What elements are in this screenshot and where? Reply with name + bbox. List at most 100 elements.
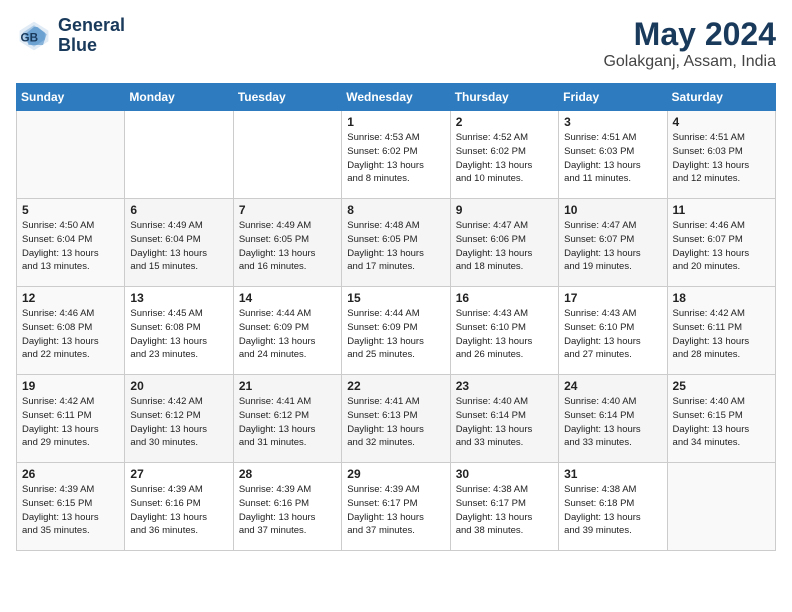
day-info: Sunrise: 4:45 AM Sunset: 6:08 PM Dayligh… <box>130 307 227 362</box>
day-number: 25 <box>673 379 770 393</box>
day-info: Sunrise: 4:48 AM Sunset: 6:05 PM Dayligh… <box>347 219 444 274</box>
calendar-title: May 2024 <box>603 16 776 53</box>
weekday-header-sunday: Sunday <box>17 84 125 111</box>
calendar-cell: 29Sunrise: 4:39 AM Sunset: 6:17 PM Dayli… <box>342 463 450 551</box>
day-number: 28 <box>239 467 336 481</box>
day-number: 8 <box>347 203 444 217</box>
day-info: Sunrise: 4:44 AM Sunset: 6:09 PM Dayligh… <box>347 307 444 362</box>
calendar-cell <box>17 111 125 199</box>
svg-text:GB: GB <box>21 31 39 44</box>
day-number: 10 <box>564 203 661 217</box>
week-row-3: 12 Sunrise: 4:46 AM Sunset: 6:08 PM Dayli… <box>17 287 776 375</box>
weekday-header-monday: Monday <box>125 84 233 111</box>
day-number: 6 <box>130 203 227 217</box>
calendar-cell <box>125 111 233 199</box>
day-number: 20 <box>130 379 227 393</box>
day-number: 15 <box>347 291 444 305</box>
calendar-cell: 4 Sunrise: 4:51 AM Sunset: 6:03 PM Daylig… <box>667 111 775 199</box>
day-info: Sunrise: 4:51 AM Sunset: 6:03 PM Dayligh… <box>564 131 661 186</box>
day-number: 26 <box>22 467 119 481</box>
week-row-5: 26 Sunrise: 4:39 AM Sunset: 6:15 PM Dayli… <box>17 463 776 551</box>
day-number: 22 <box>347 379 444 393</box>
calendar-cell: 22 Sunrise: 4:41 AM Sunset: 6:13 PM Dayli… <box>342 375 450 463</box>
week-row-4: 19Sunrise: 4:42 AM Sunset: 6:11 PM Dayli… <box>17 375 776 463</box>
day-info: Sunrise: 4:47 AM Sunset: 6:06 PM Dayligh… <box>456 219 553 274</box>
calendar-cell: 1Sunrise: 4:53 AM Sunset: 6:02 PM Daylig… <box>342 111 450 199</box>
day-number: 17 <box>564 291 661 305</box>
day-number: 2 <box>456 115 553 129</box>
weekday-header-saturday: Saturday <box>667 84 775 111</box>
calendar-cell: 19Sunrise: 4:42 AM Sunset: 6:11 PM Dayli… <box>17 375 125 463</box>
day-number: 3 <box>564 115 661 129</box>
day-info: Sunrise: 4:52 AM Sunset: 6:02 PM Dayligh… <box>456 131 553 186</box>
calendar-cell: 27 Sunrise: 4:39 AM Sunset: 6:16 PM Dayli… <box>125 463 233 551</box>
calendar-cell: 25 Sunrise: 4:40 AM Sunset: 6:15 PM Dayli… <box>667 375 775 463</box>
day-number: 5 <box>22 203 119 217</box>
day-info: Sunrise: 4:40 AM Sunset: 6:14 PM Dayligh… <box>564 395 661 450</box>
day-number: 29 <box>347 467 444 481</box>
calendar-cell: 21 Sunrise: 4:41 AM Sunset: 6:12 PM Dayli… <box>233 375 341 463</box>
calendar-cell: 24 Sunrise: 4:40 AM Sunset: 6:14 PM Dayli… <box>559 375 667 463</box>
logo-line1: General <box>58 16 125 36</box>
calendar-cell: 7Sunrise: 4:49 AM Sunset: 6:05 PM Daylig… <box>233 199 341 287</box>
day-info: Sunrise: 4:38 AM Sunset: 6:18 PM Dayligh… <box>564 483 661 538</box>
calendar-cell: 13 Sunrise: 4:45 AM Sunset: 6:08 PM Dayli… <box>125 287 233 375</box>
day-info: Sunrise: 4:39 AM Sunset: 6:15 PM Dayligh… <box>22 483 119 538</box>
week-row-1: 1Sunrise: 4:53 AM Sunset: 6:02 PM Daylig… <box>17 111 776 199</box>
day-number: 4 <box>673 115 770 129</box>
logo-icon: GB <box>16 18 52 54</box>
calendar-cell: 16 Sunrise: 4:43 AM Sunset: 6:10 PM Dayli… <box>450 287 558 375</box>
day-number: 13 <box>130 291 227 305</box>
day-info: Sunrise: 4:43 AM Sunset: 6:10 PM Dayligh… <box>564 307 661 362</box>
day-info: Sunrise: 4:49 AM Sunset: 6:05 PM Dayligh… <box>239 219 336 274</box>
day-number: 18 <box>673 291 770 305</box>
day-info: Sunrise: 4:43 AM Sunset: 6:10 PM Dayligh… <box>456 307 553 362</box>
calendar-cell: 18Sunrise: 4:42 AM Sunset: 6:11 PM Dayli… <box>667 287 775 375</box>
day-info: Sunrise: 4:50 AM Sunset: 6:04 PM Dayligh… <box>22 219 119 274</box>
day-info: Sunrise: 4:38 AM Sunset: 6:17 PM Dayligh… <box>456 483 553 538</box>
calendar-cell: 5 Sunrise: 4:50 AM Sunset: 6:04 PM Daylig… <box>17 199 125 287</box>
calendar-cell: 28 Sunrise: 4:39 AM Sunset: 6:16 PM Dayli… <box>233 463 341 551</box>
day-number: 19 <box>22 379 119 393</box>
calendar-cell: 3 Sunrise: 4:51 AM Sunset: 6:03 PM Daylig… <box>559 111 667 199</box>
calendar-cell: 6 Sunrise: 4:49 AM Sunset: 6:04 PM Daylig… <box>125 199 233 287</box>
weekday-header-wednesday: Wednesday <box>342 84 450 111</box>
calendar-cell: 31 Sunrise: 4:38 AM Sunset: 6:18 PM Dayli… <box>559 463 667 551</box>
calendar-cell: 26 Sunrise: 4:39 AM Sunset: 6:15 PM Dayli… <box>17 463 125 551</box>
title-section: May 2024 Golakganj, Assam, India <box>603 16 776 71</box>
day-info: Sunrise: 4:46 AM Sunset: 6:08 PM Dayligh… <box>22 307 119 362</box>
day-info: Sunrise: 4:51 AM Sunset: 6:03 PM Dayligh… <box>673 131 770 186</box>
calendar-cell: 14Sunrise: 4:44 AM Sunset: 6:09 PM Dayli… <box>233 287 341 375</box>
calendar-cell: 20Sunrise: 4:42 AM Sunset: 6:12 PM Dayli… <box>125 375 233 463</box>
weekday-header-thursday: Thursday <box>450 84 558 111</box>
weekday-header-friday: Friday <box>559 84 667 111</box>
day-info: Sunrise: 4:39 AM Sunset: 6:16 PM Dayligh… <box>239 483 336 538</box>
day-info: Sunrise: 4:40 AM Sunset: 6:14 PM Dayligh… <box>456 395 553 450</box>
day-info: Sunrise: 4:41 AM Sunset: 6:13 PM Dayligh… <box>347 395 444 450</box>
calendar-cell: 30Sunrise: 4:38 AM Sunset: 6:17 PM Dayli… <box>450 463 558 551</box>
day-number: 1 <box>347 115 444 129</box>
day-number: 14 <box>239 291 336 305</box>
day-number: 16 <box>456 291 553 305</box>
day-number: 21 <box>239 379 336 393</box>
day-info: Sunrise: 4:40 AM Sunset: 6:15 PM Dayligh… <box>673 395 770 450</box>
day-number: 24 <box>564 379 661 393</box>
day-number: 27 <box>130 467 227 481</box>
week-row-2: 5 Sunrise: 4:50 AM Sunset: 6:04 PM Daylig… <box>17 199 776 287</box>
day-number: 12 <box>22 291 119 305</box>
calendar-cell: 23Sunrise: 4:40 AM Sunset: 6:14 PM Dayli… <box>450 375 558 463</box>
calendar-cell: 12 Sunrise: 4:46 AM Sunset: 6:08 PM Dayli… <box>17 287 125 375</box>
calendar-cell: 17 Sunrise: 4:43 AM Sunset: 6:10 PM Dayli… <box>559 287 667 375</box>
day-info: Sunrise: 4:49 AM Sunset: 6:04 PM Dayligh… <box>130 219 227 274</box>
day-number: 11 <box>673 203 770 217</box>
day-info: Sunrise: 4:39 AM Sunset: 6:16 PM Dayligh… <box>130 483 227 538</box>
day-number: 9 <box>456 203 553 217</box>
logo: GB General Blue <box>16 16 125 56</box>
calendar-cell: 11 Sunrise: 4:46 AM Sunset: 6:07 PM Dayli… <box>667 199 775 287</box>
calendar-subtitle: Golakganj, Assam, India <box>603 53 776 71</box>
page-header: GB General Blue May 2024 Golakganj, Assa… <box>16 16 776 71</box>
day-number: 31 <box>564 467 661 481</box>
day-info: Sunrise: 4:41 AM Sunset: 6:12 PM Dayligh… <box>239 395 336 450</box>
logo-line2: Blue <box>58 36 125 56</box>
day-info: Sunrise: 4:46 AM Sunset: 6:07 PM Dayligh… <box>673 219 770 274</box>
